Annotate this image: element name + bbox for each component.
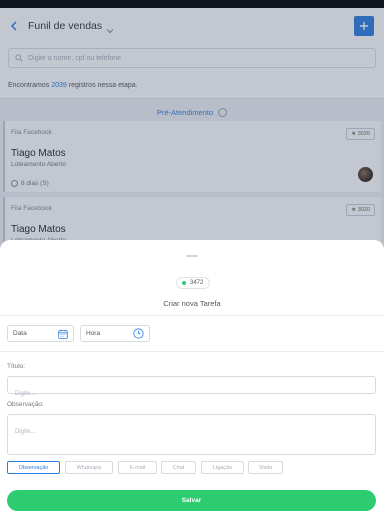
- type-chip-observation[interactable]: Observação: [7, 461, 60, 474]
- type-chip-chat[interactable]: Chat: [161, 461, 196, 474]
- title-input[interactable]: Digite...: [7, 376, 376, 397]
- drag-handle[interactable]: [186, 255, 198, 257]
- title-placeholder: Digite...: [15, 391, 36, 397]
- type-chip-whatsapp[interactable]: Whatsapp: [65, 461, 113, 474]
- title-label: Título:: [7, 363, 26, 370]
- lead-id-value: 3472: [190, 280, 204, 286]
- save-button[interactable]: Salvar: [7, 490, 376, 511]
- type-chip-email[interactable]: E-mail: [118, 461, 157, 474]
- type-chip-call[interactable]: Ligação: [201, 461, 244, 474]
- clock-icon: [133, 328, 144, 339]
- divider: [0, 351, 384, 352]
- type-chip-visit[interactable]: Visita: [248, 461, 283, 474]
- sheet-title: Criar nova Tarefa: [163, 299, 221, 308]
- date-placeholder: Data: [13, 330, 27, 337]
- lead-id-badge: 3472: [176, 277, 211, 289]
- divider: [0, 315, 384, 316]
- observation-label: Observação:: [7, 401, 44, 408]
- time-placeholder: Hora: [86, 330, 101, 337]
- observation-placeholder: Digite...: [15, 429, 36, 435]
- date-field[interactable]: Data: [7, 325, 74, 342]
- time-field[interactable]: Hora: [80, 325, 150, 342]
- observation-textarea[interactable]: Digite...: [7, 414, 376, 455]
- calendar-icon: [58, 329, 68, 339]
- status-dot-icon: [182, 281, 186, 285]
